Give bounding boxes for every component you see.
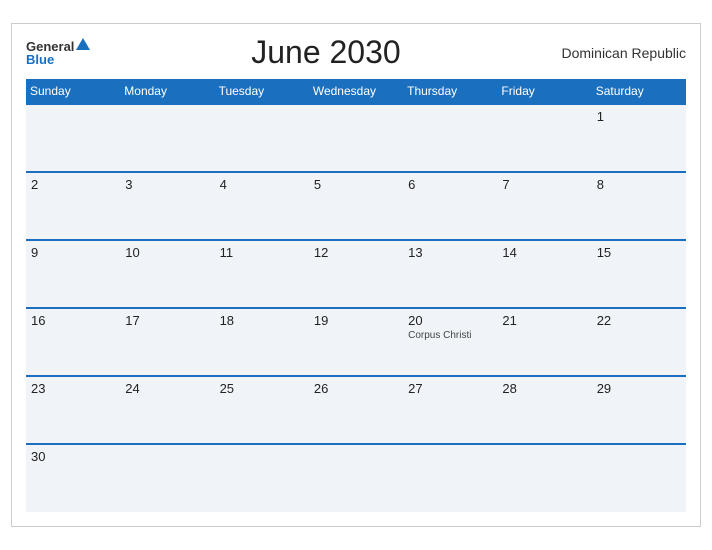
logo-blue-text: Blue — [26, 53, 54, 66]
weekday-header-friday: Friday — [497, 79, 591, 104]
calendar-cell: 29 — [592, 376, 686, 444]
day-number: 25 — [220, 381, 304, 396]
calendar-cell: 27 — [403, 376, 497, 444]
calendar-cell — [309, 444, 403, 512]
calendar-cell: 5 — [309, 172, 403, 240]
weekday-header-sunday: Sunday — [26, 79, 120, 104]
calendar-cell: 28 — [497, 376, 591, 444]
day-number: 11 — [220, 245, 304, 260]
calendar-cell — [120, 104, 214, 172]
day-number: 21 — [502, 313, 586, 328]
day-number: 16 — [31, 313, 115, 328]
calendar-cell: 22 — [592, 308, 686, 376]
calendar-cell — [403, 444, 497, 512]
day-number: 15 — [597, 245, 681, 260]
calendar-cell: 9 — [26, 240, 120, 308]
calendar-cell: 12 — [309, 240, 403, 308]
calendar-cell — [215, 444, 309, 512]
calendar-cell: 16 — [26, 308, 120, 376]
week-row-2: 9 10 11 12 13 14 15 — [26, 240, 686, 308]
weekday-header-row: SundayMondayTuesdayWednesdayThursdayFrid… — [26, 79, 686, 104]
day-number: 18 — [220, 313, 304, 328]
calendar-title: June 2030 — [251, 34, 400, 71]
day-number: 3 — [125, 177, 209, 192]
weekday-header-tuesday: Tuesday — [215, 79, 309, 104]
day-number: 26 — [314, 381, 398, 396]
calendar-cell: 20 Corpus Christi — [403, 308, 497, 376]
calendar-cell: 21 — [497, 308, 591, 376]
calendar-cell: 19 — [309, 308, 403, 376]
logo-general-text: General — [26, 40, 74, 53]
logo-triangle-icon — [76, 38, 90, 50]
day-number: 9 — [31, 245, 115, 260]
day-number: 20 — [408, 313, 492, 328]
weekday-header-saturday: Saturday — [592, 79, 686, 104]
calendar-cell: 4 — [215, 172, 309, 240]
day-number: 7 — [502, 177, 586, 192]
day-number: 2 — [31, 177, 115, 192]
day-number: 24 — [125, 381, 209, 396]
calendar-cell — [403, 104, 497, 172]
week-row-0: 1 — [26, 104, 686, 172]
calendar-cell: 10 — [120, 240, 214, 308]
day-number: 27 — [408, 381, 492, 396]
calendar-cell: 26 — [309, 376, 403, 444]
calendar-cell: 18 — [215, 308, 309, 376]
calendar-header: General Blue June 2030 Dominican Republi… — [26, 34, 686, 71]
day-number: 23 — [31, 381, 115, 396]
day-number: 19 — [314, 313, 398, 328]
calendar-cell — [497, 444, 591, 512]
calendar: General Blue June 2030 Dominican Republi… — [11, 23, 701, 527]
day-number: 22 — [597, 313, 681, 328]
day-number: 12 — [314, 245, 398, 260]
calendar-cell — [592, 444, 686, 512]
day-number: 4 — [220, 177, 304, 192]
day-number: 14 — [502, 245, 586, 260]
day-number: 1 — [597, 109, 681, 124]
calendar-cell: 15 — [592, 240, 686, 308]
logo: General Blue — [26, 40, 90, 66]
calendar-cell: 14 — [497, 240, 591, 308]
calendar-cell: 23 — [26, 376, 120, 444]
day-number: 5 — [314, 177, 398, 192]
week-row-1: 2345678 — [26, 172, 686, 240]
week-row-3: 16 17 18 19 20 Corpus Christi 21 22 — [26, 308, 686, 376]
day-number: 6 — [408, 177, 492, 192]
weekday-header-thursday: Thursday — [403, 79, 497, 104]
calendar-cell: 7 — [497, 172, 591, 240]
calendar-cell: 17 — [120, 308, 214, 376]
calendar-country: Dominican Republic — [561, 45, 686, 61]
day-number: 30 — [31, 449, 115, 464]
calendar-cell: 3 — [120, 172, 214, 240]
day-number: 28 — [502, 381, 586, 396]
calendar-cell: 1 — [592, 104, 686, 172]
calendar-cell: 6 — [403, 172, 497, 240]
calendar-cell: 25 — [215, 376, 309, 444]
day-number: 10 — [125, 245, 209, 260]
week-row-5: 30 — [26, 444, 686, 512]
day-number: 13 — [408, 245, 492, 260]
calendar-cell — [120, 444, 214, 512]
calendar-cell: 13 — [403, 240, 497, 308]
week-row-4: 23 24 25 26 27 28 29 — [26, 376, 686, 444]
calendar-cell: 30 — [26, 444, 120, 512]
calendar-cell — [309, 104, 403, 172]
day-event: Corpus Christi — [408, 330, 492, 341]
calendar-grid: SundayMondayTuesdayWednesdayThursdayFrid… — [26, 79, 686, 512]
weekday-header-monday: Monday — [120, 79, 214, 104]
calendar-cell: 8 — [592, 172, 686, 240]
day-number: 8 — [597, 177, 681, 192]
calendar-cell: 24 — [120, 376, 214, 444]
calendar-cell: 2 — [26, 172, 120, 240]
weekday-header-wednesday: Wednesday — [309, 79, 403, 104]
day-number: 29 — [597, 381, 681, 396]
day-number: 17 — [125, 313, 209, 328]
calendar-cell — [26, 104, 120, 172]
calendar-cell — [497, 104, 591, 172]
calendar-cell: 11 — [215, 240, 309, 308]
calendar-cell — [215, 104, 309, 172]
